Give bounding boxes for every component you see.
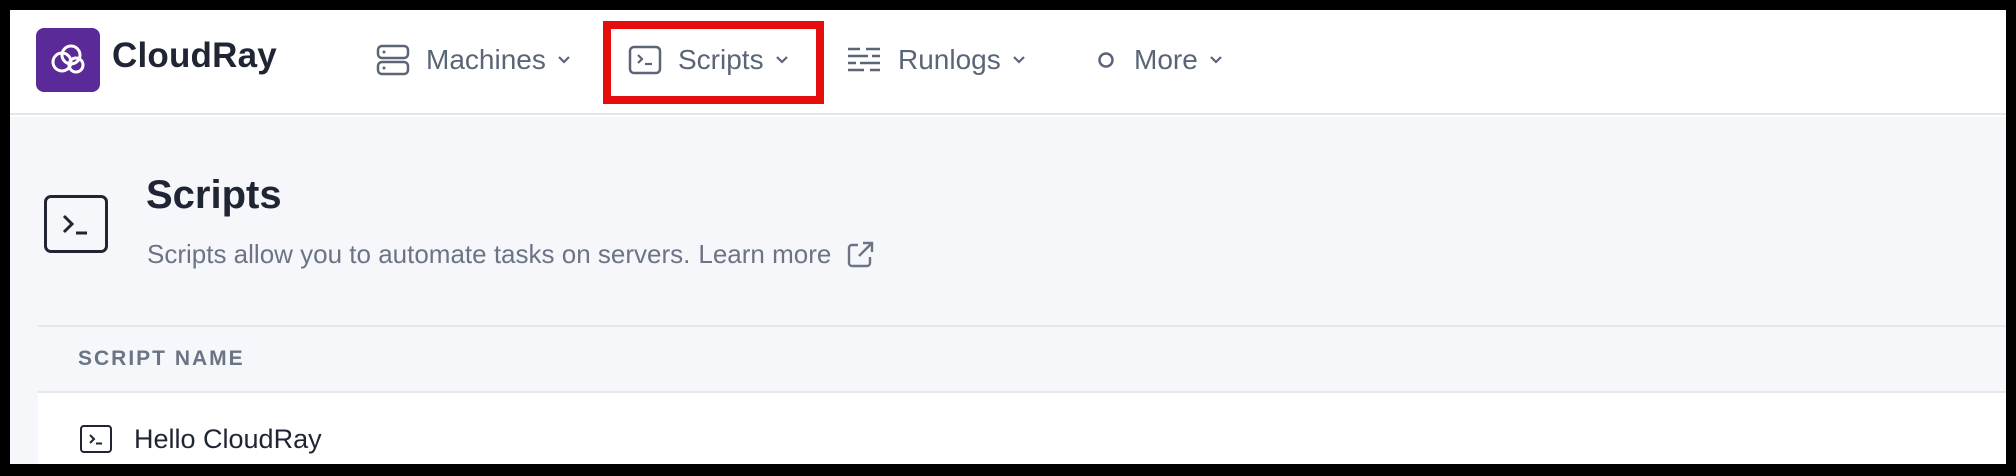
nav-machines-label: Machines [426,44,546,75]
page-title: Scripts [146,173,282,217]
nav-runlogs-label: Runlogs [898,44,1001,75]
main-content: Scripts Scripts allow you to automate ta… [10,117,2006,464]
table-header: SCRIPT NAME [38,327,2006,393]
server-icon [376,44,410,76]
highlight-box [603,21,824,104]
terminal-icon [44,195,108,253]
brand-name[interactable]: CloudRay [112,36,277,76]
learn-more-label: Learn more [698,239,832,269]
external-link-icon [848,241,874,267]
chevron-down-icon [1210,56,1222,64]
nav-machines[interactable]: Machines [376,34,572,86]
logs-icon [848,47,880,72]
nav-more[interactable]: More [1094,34,1224,86]
terminal-icon [80,425,112,453]
chevron-down-icon [558,56,570,64]
chevron-down-icon [1012,56,1025,64]
cloud-logo-icon [51,44,85,74]
nav-more-label: More [1134,44,1198,75]
page-description: Scripts allow you to automate tasks on s… [147,239,875,270]
column-header-script-name[interactable]: SCRIPT NAME [78,347,245,371]
circle-icon [1098,52,1114,68]
description-text: Scripts allow you to automate tasks on s… [147,239,691,269]
script-name-cell[interactable]: Hello CloudRay [134,424,322,455]
table-row[interactable]: Hello CloudRay [38,395,2006,464]
app-window: CloudRay Machines Scripts Runlogs More S… [10,10,2006,464]
learn-more-link[interactable]: Learn more [698,239,875,270]
top-navigation-bar: CloudRay Machines Scripts Runlogs More [10,10,2006,115]
scripts-table: SCRIPT NAME Hello CloudRay [38,325,2006,464]
nav-runlogs[interactable]: Runlogs [846,34,1027,86]
cloudray-logo[interactable] [36,28,100,92]
